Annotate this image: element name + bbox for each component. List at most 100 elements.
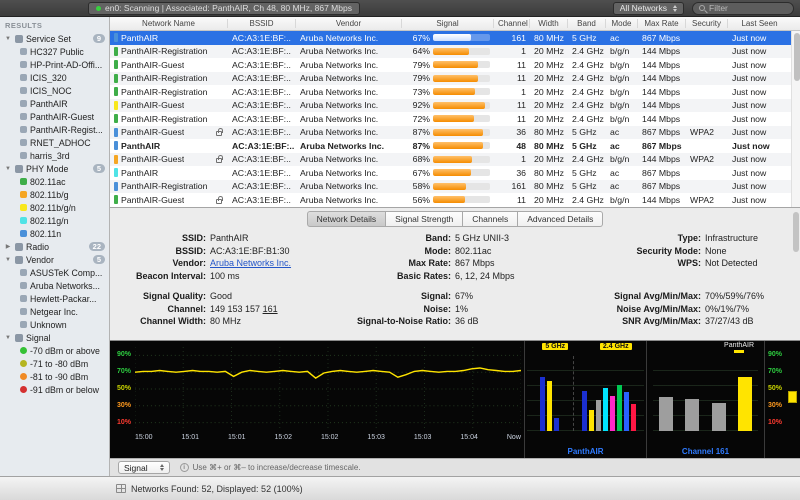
signal-cell: 64% [402, 46, 494, 56]
sidebar-item-802-11n[interactable]: 802.11n [0, 227, 109, 240]
signal-bar-fill [433, 61, 478, 68]
sidebar-item-802-11b-g-n[interactable]: 802.11b/g/n [0, 201, 109, 214]
sidebar-item-icis-noc[interactable]: ICIS_NOC [0, 84, 109, 97]
sidebar-group-label: Radio [26, 242, 86, 252]
spectrum-bar [624, 392, 629, 431]
column-header-network-name[interactable]: Network Name [110, 19, 228, 28]
network-color-indicator [114, 182, 118, 191]
charts-area: 90%70%50%30%10% 15:0015:0115:0115:0215:0… [110, 340, 800, 458]
sidebar-group-radio[interactable]: ▶Radio22 [0, 240, 109, 253]
sidebar-item-81-to-90-dbm[interactable]: -81 to -90 dBm [0, 370, 109, 383]
sidebar-item-91-dbm-or-below[interactable]: -91 dBm or below [0, 383, 109, 396]
sidebar-item-label: Unknown [30, 320, 109, 330]
column-header-width[interactable]: Width [530, 19, 568, 28]
width-cell: 20 MHz [530, 114, 568, 124]
table-scrollbar-thumb[interactable] [794, 33, 800, 81]
max-rate-cell: 144 Mbps [638, 87, 686, 97]
disclosure-triangle-icon[interactable]: ▼ [4, 166, 12, 172]
table-row[interactable]: PanthAIRAC:A3:1E:BF:..Aruba Networks Inc… [110, 166, 791, 180]
width-cell: 20 MHz [530, 87, 568, 97]
signal-bar-track [433, 142, 490, 149]
timescale-hint: i Use ⌘+ or ⌘– to increase/decrease time… [180, 463, 361, 472]
spectrum-bar [631, 404, 636, 431]
sidebar-item-harris-3rd[interactable]: harris_3rd [0, 149, 109, 162]
disclosure-triangle-icon[interactable]: ▶ [4, 243, 12, 250]
sidebar-item-802-11g-n[interactable]: 802.11g/n [0, 214, 109, 227]
table-row[interactable]: PanthAIR-GuestAC:A3:1E:BF:..Aruba Networ… [110, 153, 791, 167]
sidebar-item-hc327-public[interactable]: HC327 Public [0, 45, 109, 58]
detail-label: SNR Avg/Min/Max: [583, 315, 701, 328]
column-header-max-rate[interactable]: Max Rate [638, 19, 686, 28]
network-name-cell: PanthAIR [110, 168, 228, 178]
table-row[interactable]: PanthAIR-RegistrationAC:A3:1E:BF:..Aruba… [110, 72, 791, 86]
table-row[interactable]: PanthAIRAC:A3:1E:BF:..Aruba Networks Inc… [110, 31, 791, 45]
category-color-icon [20, 282, 27, 289]
sidebar-group-label: Vendor [26, 255, 90, 265]
table-row[interactable]: PanthAIR-GuestAC:A3:1E:BF:..Aruba Networ… [110, 99, 791, 113]
sidebar-item-netgear-inc[interactable]: Netgear Inc. [0, 305, 109, 318]
column-header-vendor[interactable]: Vendor [296, 19, 402, 28]
sidebar-item-aruba-networks[interactable]: Aruba Networks... [0, 279, 109, 292]
sidebar-group-vendor[interactable]: ▼Vendor5 [0, 253, 109, 266]
disclosure-triangle-icon[interactable]: ▼ [4, 36, 12, 42]
disclosure-triangle-icon[interactable]: ▼ [4, 335, 12, 341]
chart-mode-dropdown[interactable]: Signal [118, 461, 170, 474]
vendor-cell: Aruba Networks Inc. [296, 154, 402, 164]
sidebar-item-70-dbm-or-above[interactable]: -70 dBm or above [0, 344, 109, 357]
sidebar-item-802-11b-g[interactable]: 802.11b/g [0, 188, 109, 201]
sidebar-item-icis-320[interactable]: ICIS_320 [0, 71, 109, 84]
column-header-mode[interactable]: Mode [606, 19, 638, 28]
sidebar-item-802-11ac[interactable]: 802.11ac [0, 175, 109, 188]
signal-cell: 67% [402, 33, 494, 43]
sidebar-item-panthair-regist[interactable]: PanthAIR-Regist... [0, 123, 109, 136]
tab-signal-strength[interactable]: Signal Strength [386, 211, 463, 227]
signal-cell: 58% [402, 181, 494, 191]
sidebar-item-asustek-comp[interactable]: ASUSTeK Comp... [0, 266, 109, 279]
wifi-explorer-window: en0: Scanning | Associated: PanthAIR, Ch… [0, 0, 800, 500]
details-scrollbar-thumb[interactable] [793, 212, 799, 252]
column-header-band[interactable]: Band [568, 19, 606, 28]
column-header-channel[interactable]: Channel [494, 19, 530, 28]
sidebar-group-signal[interactable]: ▼Signal [0, 331, 109, 344]
sidebar-group-phy-mode[interactable]: ▼PHY Mode5 [0, 162, 109, 175]
column-header-security[interactable]: Security [686, 19, 728, 28]
max-rate-cell: 144 Mbps [638, 46, 686, 56]
tab-channels[interactable]: Channels [463, 211, 518, 227]
y-axis-label: 30% [117, 402, 131, 409]
table-row[interactable]: PanthAIR-GuestAC:A3:1E:BF:..Aruba Networ… [110, 126, 791, 140]
sidebar-item-hp-print-ad-offi[interactable]: HP-Print-AD-Offi... [0, 58, 109, 71]
signal-bar-track [433, 88, 490, 95]
table-scrollbar[interactable] [791, 31, 800, 207]
sidebar-group-service-set[interactable]: ▼Service Set9 [0, 32, 109, 45]
table-row[interactable]: PanthAIR-RegistrationAC:A3:1E:BF:..Aruba… [110, 112, 791, 126]
detail-value[interactable]: Aruba Networks Inc. [210, 257, 291, 270]
filter-search-input[interactable]: Filter [692, 2, 794, 15]
category-color-icon [20, 191, 27, 198]
table-row[interactable]: PanthAIRAC:A3:1E:BF:..Aruba Networks Inc… [110, 139, 791, 153]
sidebar-item-unknown[interactable]: Unknown [0, 318, 109, 331]
column-header-signal[interactable]: Signal [402, 19, 494, 28]
sidebar-item-panthair-guest[interactable]: PanthAIR-Guest [0, 110, 109, 123]
tab-advanced-details[interactable]: Advanced Details [518, 211, 603, 227]
network-scope-dropdown[interactable]: All Networks [613, 2, 684, 15]
column-header-last-seen[interactable]: Last Seen [728, 19, 791, 28]
table-row[interactable]: PanthAIR-RegistrationAC:A3:1E:BF:..Aruba… [110, 45, 791, 59]
spectrum-bar [554, 418, 559, 432]
band-cell: 2.4 GHz [568, 114, 606, 124]
sidebar-item-rnet-adhoc[interactable]: RNET_ADHOC [0, 136, 109, 149]
network-table-header[interactable]: Network NameBSSIDVendorSignalChannelWidt… [110, 17, 800, 31]
max-rate-cell: 144 Mbps [638, 73, 686, 83]
sidebar-item-hewlett-packar[interactable]: Hewlett-Packar... [0, 292, 109, 305]
network-name: PanthAIR-Registration [121, 46, 207, 56]
disclosure-triangle-icon[interactable]: ▼ [4, 257, 12, 263]
table-row[interactable]: PanthAIR-RegistrationAC:A3:1E:BF:..Aruba… [110, 85, 791, 99]
signal-history-xlabels: 15:0015:0115:0115:0215:0215:0315:0315:04… [135, 434, 521, 441]
table-row[interactable]: PanthAIR-GuestAC:A3:1E:BF:..Aruba Networ… [110, 58, 791, 72]
column-header-bssid[interactable]: BSSID [228, 19, 296, 28]
sidebar-item-panthair[interactable]: PanthAIR [0, 97, 109, 110]
table-row[interactable]: PanthAIR-RegistrationAC:A3:1E:BF:..Aruba… [110, 180, 791, 194]
table-row[interactable]: PanthAIR-GuestAC:A3:1E:BF:..Aruba Networ… [110, 193, 791, 207]
tab-network-details[interactable]: Network Details [307, 211, 387, 227]
category-color-icon [20, 152, 27, 159]
sidebar-item-71-to-80-dbm[interactable]: -71 to -80 dBm [0, 357, 109, 370]
